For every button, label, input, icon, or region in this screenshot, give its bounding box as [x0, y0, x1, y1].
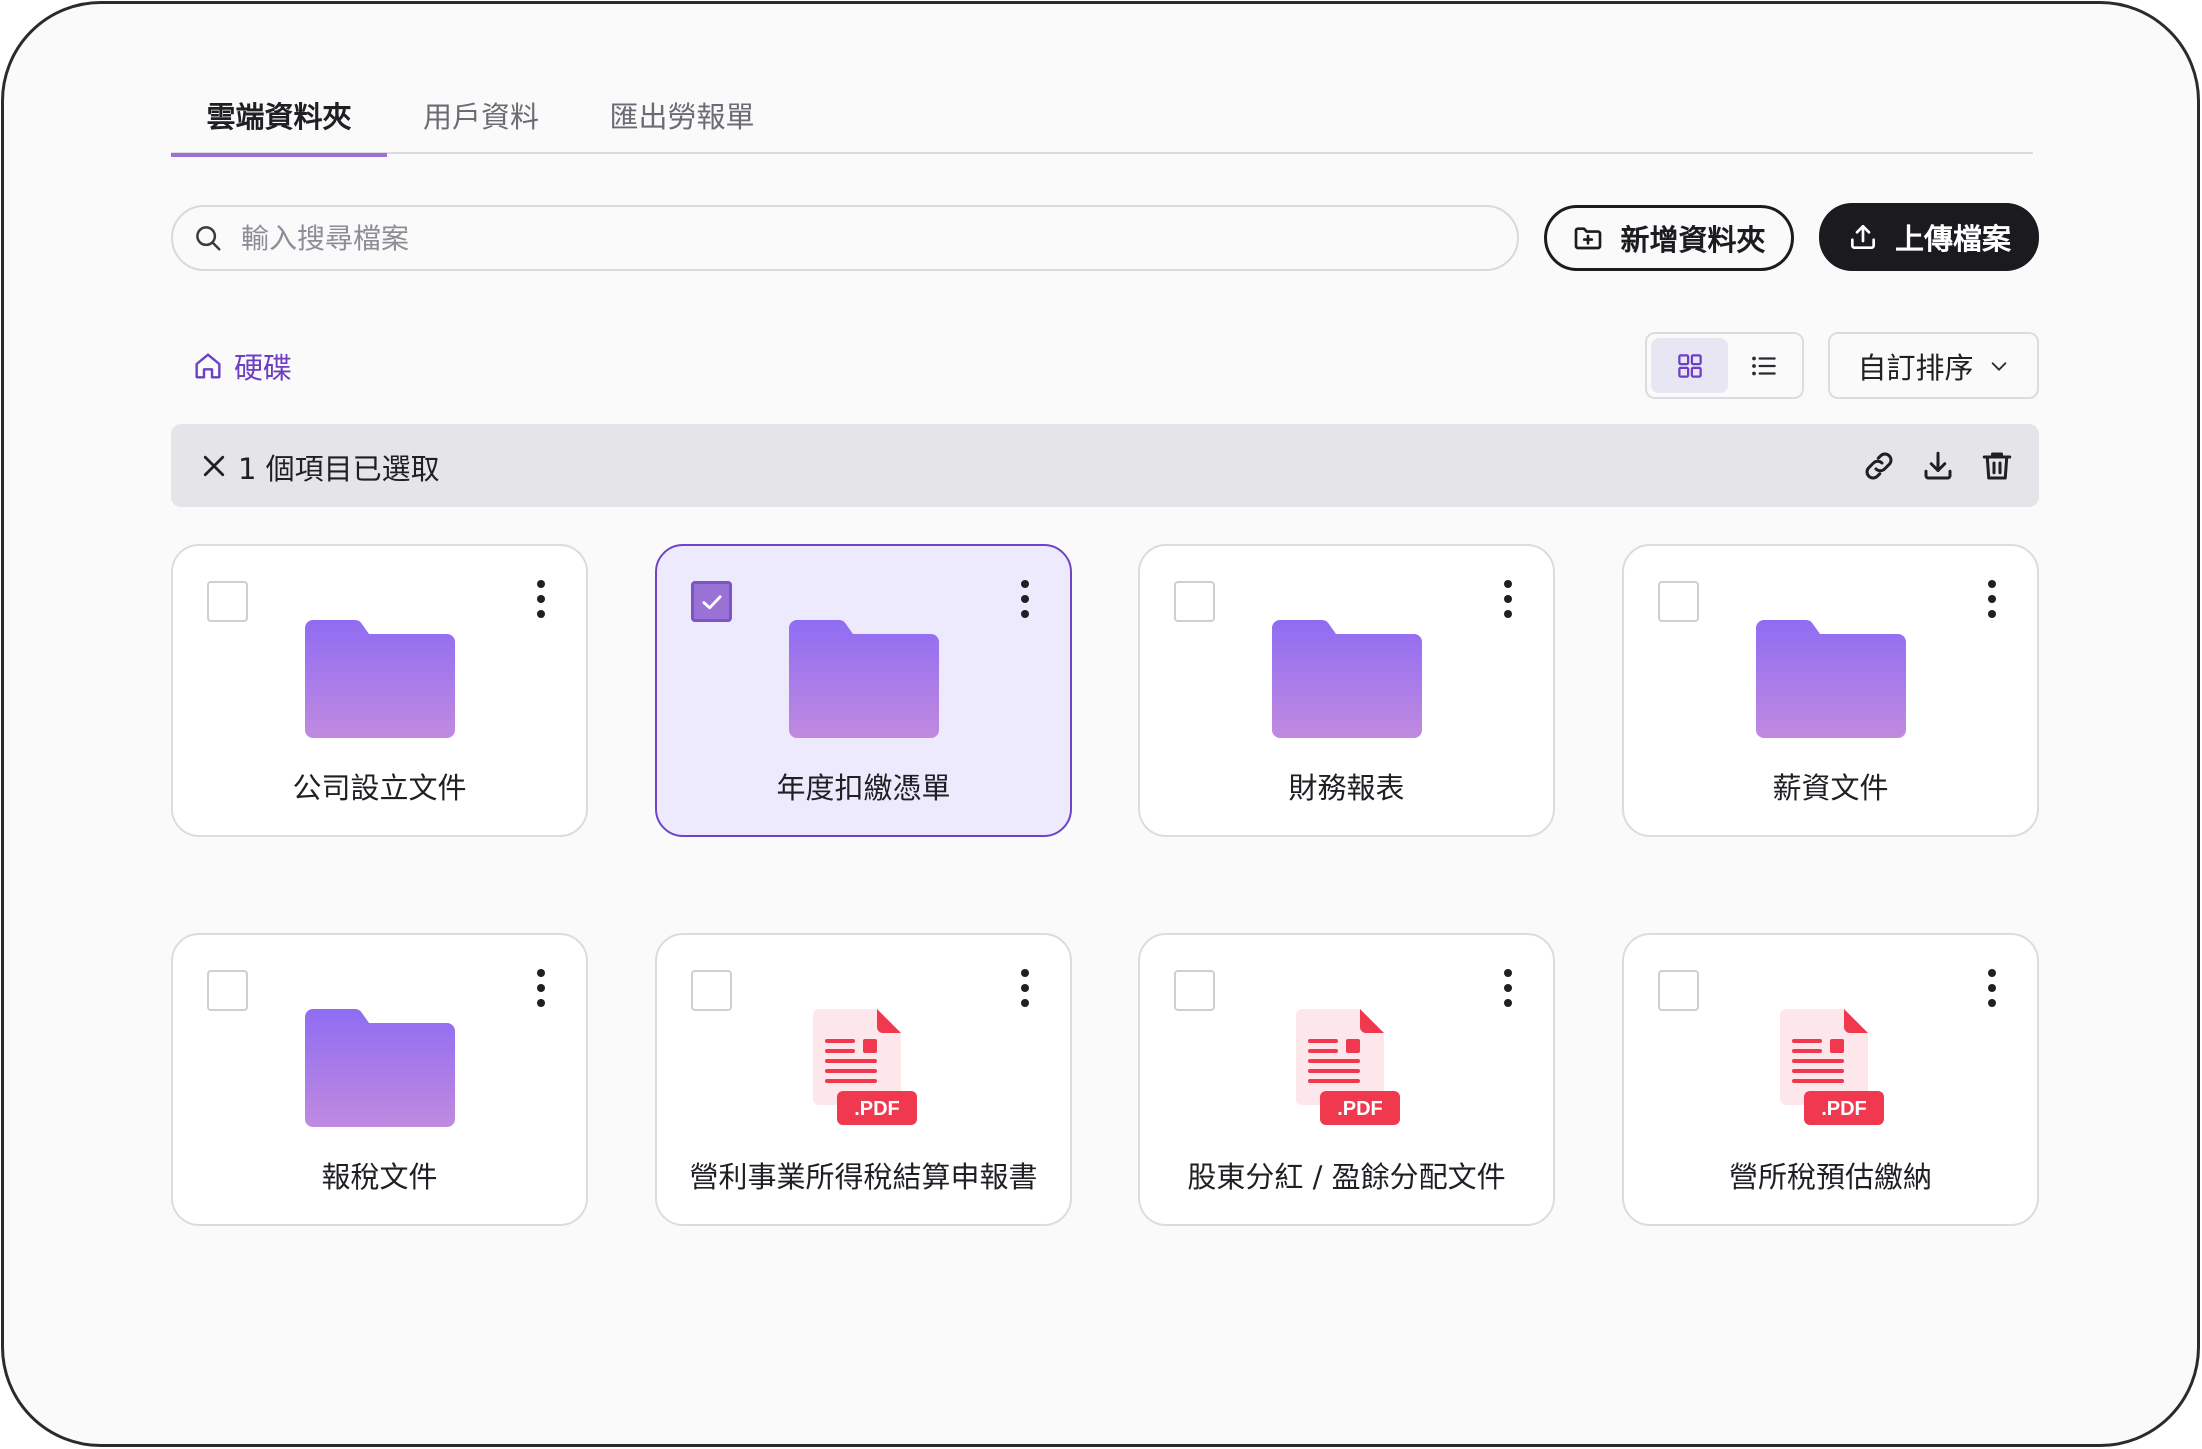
file-card[interactable]: 公司設立文件: [171, 544, 588, 837]
file-card[interactable]: 薪資文件: [1622, 544, 2039, 837]
more-options-button[interactable]: [1019, 579, 1031, 619]
more-vertical-icon: [1504, 580, 1512, 618]
more-vertical-icon: [537, 580, 545, 618]
select-checkbox[interactable]: [1174, 970, 1215, 1011]
file-card[interactable]: 財務報表: [1138, 544, 1555, 837]
upload-label: 上傳檔案: [1894, 222, 2011, 256]
list-view-button[interactable]: [1725, 338, 1802, 393]
upload-icon: [1850, 225, 1875, 249]
select-checkbox[interactable]: [207, 970, 248, 1011]
download-icon[interactable]: [1920, 448, 1956, 484]
grid-icon: [1677, 353, 1702, 378]
file-name: 公司設立文件: [292, 771, 467, 805]
pdf-file-icon: .PDF: [1296, 1009, 1400, 1125]
more-vertical-icon: [1021, 580, 1029, 618]
grid-view-button[interactable]: [1651, 338, 1728, 393]
trash-icon[interactable]: [1979, 448, 2015, 484]
search-box[interactable]: [171, 205, 1519, 271]
more-vertical-icon: [537, 969, 545, 1007]
selection-bar: 1 個項目已選取: [171, 424, 2039, 507]
more-options-button[interactable]: [1502, 968, 1514, 1008]
check-icon: [701, 594, 722, 609]
file-card[interactable]: .PDF 營利事業所得稅結算申報書: [655, 933, 1072, 1226]
folder-icon: [789, 620, 939, 738]
more-options-button[interactable]: [1986, 968, 1998, 1008]
tab-export-labor-report[interactable]: 匯出勞報單: [606, 94, 758, 152]
file-name: 營利事業所得稅結算申報書: [689, 1160, 1038, 1194]
pdf-file-icon: .PDF: [813, 1009, 917, 1125]
link-icon[interactable]: [1861, 448, 1897, 484]
new-folder-label: 新增資料夾: [1620, 223, 1766, 257]
chevron-down-icon: [1991, 361, 2006, 371]
more-options-button[interactable]: [1019, 968, 1031, 1008]
tab-bar: 雲端資料夾 用戶資料 匯出勞報單: [171, 76, 2033, 157]
file-card[interactable]: 年度扣繳憑單: [655, 544, 1072, 837]
search-input[interactable]: [241, 221, 1441, 255]
pdf-badge: .PDF: [854, 1098, 900, 1120]
folder-plus-icon: [1575, 227, 1602, 250]
more-options-button[interactable]: [535, 579, 547, 619]
more-vertical-icon: [1988, 969, 1996, 1007]
select-checkbox[interactable]: [691, 970, 732, 1011]
select-checkbox[interactable]: [1658, 581, 1699, 622]
more-vertical-icon: [1988, 580, 1996, 618]
file-name: 營所稅預估繳納: [1728, 1160, 1932, 1194]
file-card[interactable]: .PDF 營所稅預估繳納: [1622, 933, 2039, 1226]
select-checkbox[interactable]: [691, 581, 732, 622]
select-checkbox[interactable]: [207, 581, 248, 622]
select-checkbox[interactable]: [1174, 581, 1215, 622]
pdf-badge: .PDF: [1337, 1098, 1383, 1120]
breadcrumb[interactable]: 硬碟: [192, 346, 292, 386]
folder-icon: [305, 620, 455, 738]
close-icon[interactable]: [199, 451, 229, 481]
folder-icon: [305, 1009, 455, 1127]
sort-dropdown[interactable]: 自訂排序: [1828, 332, 2039, 399]
tab-user-data[interactable]: 用戶資料: [419, 94, 543, 152]
folder-icon: [1756, 620, 1906, 738]
new-folder-button[interactable]: 新增資料夾: [1544, 205, 1794, 271]
app-window: 雲端資料夾 用戶資料 匯出勞報單 新增資料夾 上傳檔案 硬碟: [1, 1, 2200, 1447]
select-checkbox[interactable]: [1658, 970, 1699, 1011]
more-options-button[interactable]: [535, 968, 547, 1008]
file-name: 財務報表: [1288, 771, 1405, 805]
file-name: 報稅文件: [321, 1160, 438, 1194]
more-vertical-icon: [1504, 969, 1512, 1007]
file-name: 股東分紅 / 盈餘分配文件: [1187, 1160, 1506, 1194]
pdf-badge: .PDF: [1821, 1098, 1867, 1120]
tab-cloud-folders[interactable]: 雲端資料夾: [171, 94, 387, 157]
more-options-button[interactable]: [1502, 579, 1514, 619]
file-name: 年度扣繳憑單: [776, 771, 951, 805]
file-name: 薪資文件: [1772, 771, 1889, 805]
search-icon: [196, 226, 221, 251]
more-vertical-icon: [1021, 969, 1029, 1007]
more-options-button[interactable]: [1986, 579, 1998, 619]
view-toggle: [1645, 332, 1804, 399]
breadcrumb-root[interactable]: 硬碟: [234, 345, 292, 387]
home-icon: [195, 353, 221, 379]
file-card[interactable]: 報稅文件: [171, 933, 588, 1226]
upload-file-button[interactable]: 上傳檔案: [1819, 203, 2039, 271]
pdf-file-icon: .PDF: [1780, 1009, 1884, 1125]
sort-label: 自訂排序: [1857, 350, 1974, 385]
selection-count: 1 個項目已選取: [238, 452, 440, 486]
list-icon: [1751, 356, 1776, 375]
folder-icon: [1272, 620, 1422, 738]
file-card[interactable]: .PDF 股東分紅 / 盈餘分配文件: [1138, 933, 1555, 1226]
